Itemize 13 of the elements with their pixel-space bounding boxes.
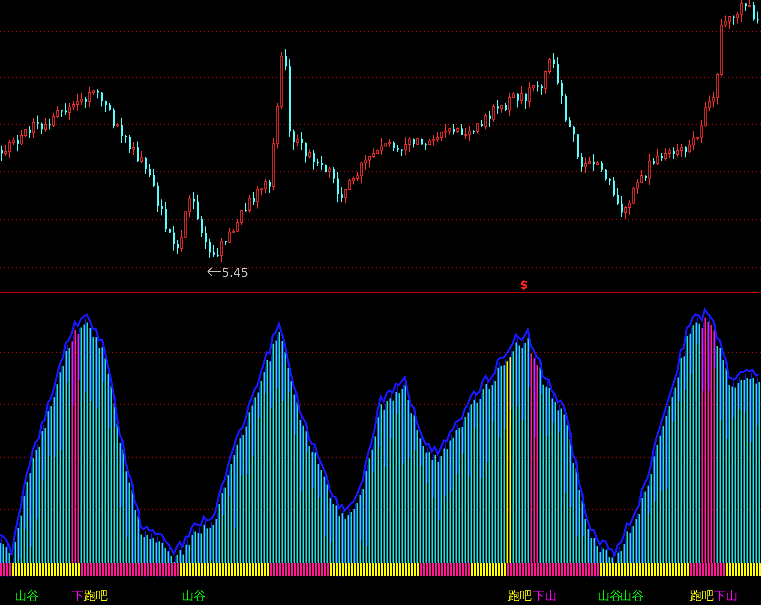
signal-marker: $ (520, 279, 528, 292)
signal-label: 山谷 (182, 589, 206, 603)
signal-label: 跑吧 (690, 589, 714, 603)
left-arrow-icon (207, 267, 221, 277)
signal-label: 下山 (533, 589, 557, 603)
signal-label: 下山 (714, 589, 738, 603)
signal-label: 跑吧 (508, 589, 532, 603)
signal-label: 山谷 (598, 589, 622, 603)
signal-label: 下 (72, 589, 84, 603)
signal-label: 山谷 (15, 589, 39, 603)
low-price-label: 5.45 (222, 266, 249, 280)
signal-label: 跑吧 (84, 589, 108, 603)
signal-label: 山谷 (620, 589, 644, 603)
